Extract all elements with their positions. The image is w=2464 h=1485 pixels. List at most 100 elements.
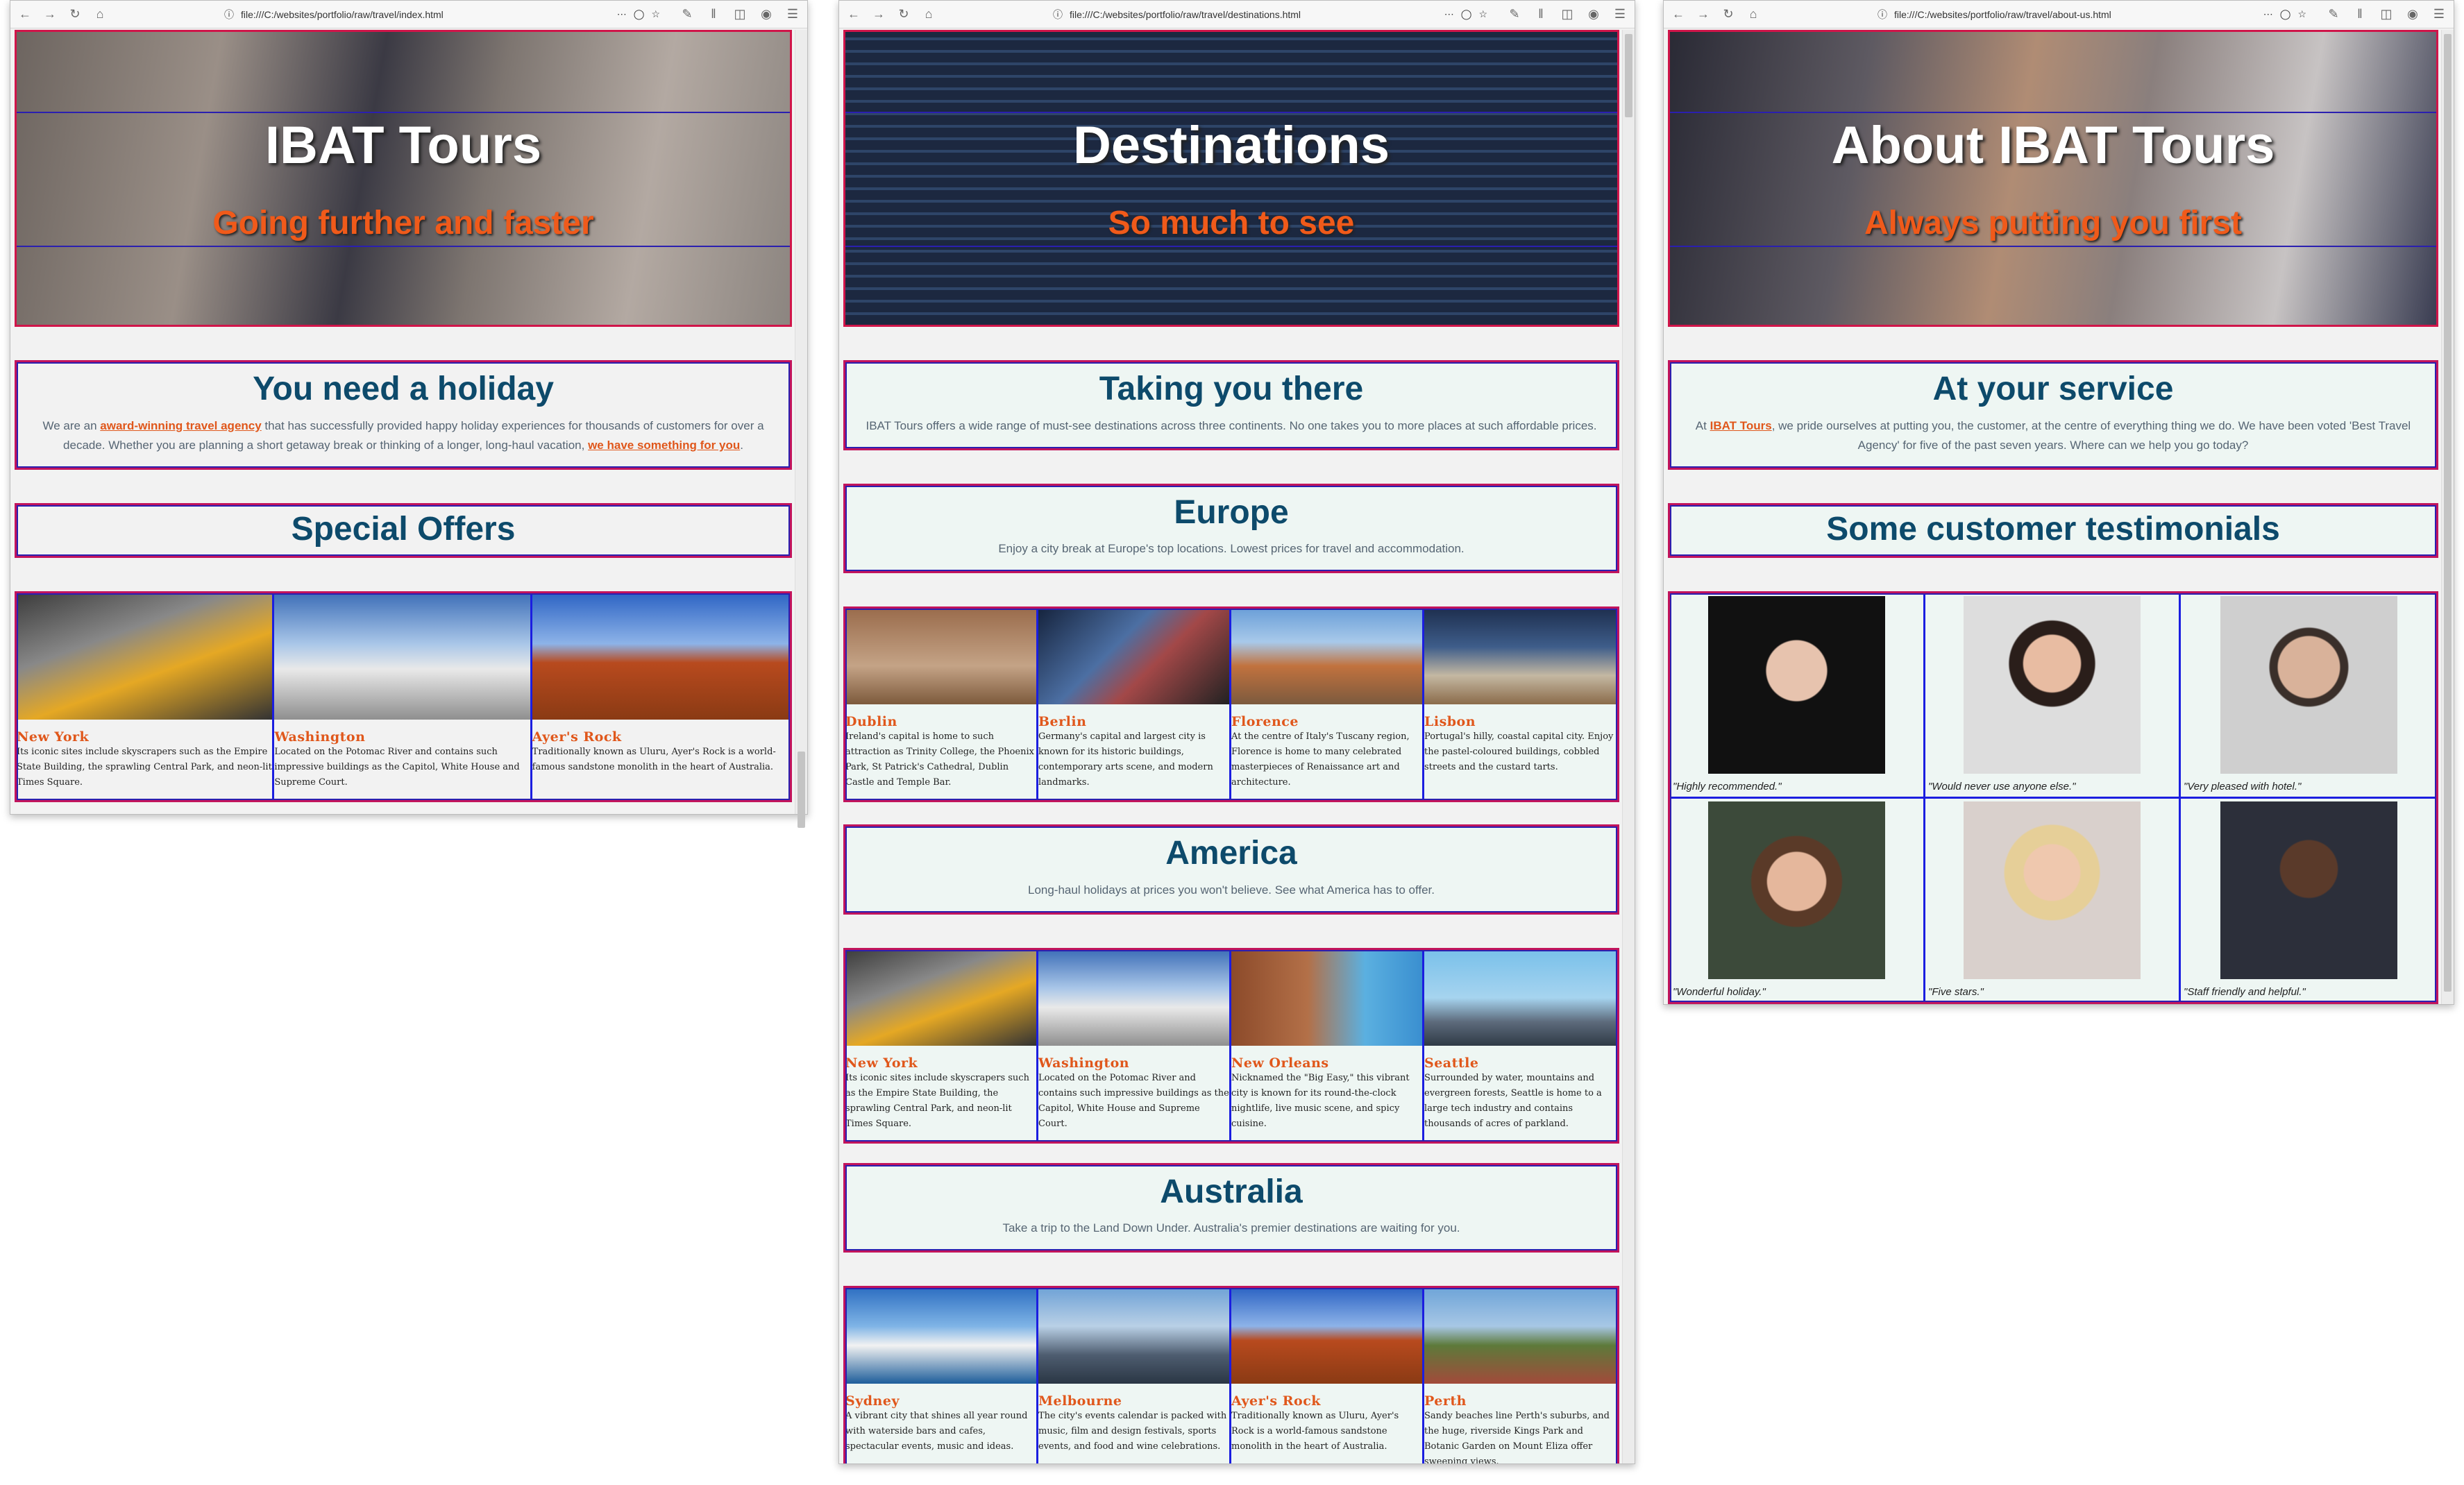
city-name: Seattle	[1424, 1055, 1479, 1071]
reload-icon[interactable]: ↻	[896, 7, 911, 22]
back-icon[interactable]: ←	[17, 7, 33, 22]
url-text[interactable]: file:///C:/websites/portfolio/raw/travel…	[241, 9, 610, 20]
address-bar[interactable]: ⓘ file:///C:/websites/portfolio/raw/trav…	[1868, 4, 2316, 25]
offer-card[interactable]: Ayer's Rock Traditionally known as Uluru…	[532, 593, 790, 800]
intro-text-part: .	[740, 438, 743, 452]
city-card[interactable]: Perth Sandy beaches line Perth's suburbs,…	[1424, 1288, 1617, 1463]
city-card[interactable]: Florence At the centre of Italy's Tuscany…	[1231, 609, 1424, 801]
browser-window-home: ← → ↻ ⌂ ⓘ file:///C:/websites/portfolio/…	[10, 0, 808, 828]
city-desc: Germany's capital and largest city is kn…	[1038, 731, 1213, 788]
url-text[interactable]: file:///C:/websites/portfolio/raw/travel…	[1894, 9, 2256, 20]
account-icon[interactable]: ◉	[759, 7, 774, 22]
city-desc: Nicknamed the "Big Easy," this vibrant c…	[1231, 1072, 1410, 1129]
reload-icon[interactable]: ↻	[67, 7, 83, 22]
browser-toolbar: ← → ↻ ⌂ ⓘ file:///C:/websites/portfolio/…	[10, 1, 807, 28]
tools-icon[interactable]: ✎	[2326, 7, 2341, 22]
account-icon[interactable]: ◉	[1586, 7, 1601, 22]
tools-icon[interactable]: ✎	[680, 7, 695, 22]
back-icon[interactable]: ←	[846, 7, 861, 22]
testimonial-quote: "Staff friendly and helpful."	[2184, 986, 2306, 999]
city-card[interactable]: Dublin Ireland's capital is home to such …	[845, 609, 1038, 801]
bookmark-star-icon[interactable]: ☆	[1478, 8, 1487, 20]
city-image	[1231, 1288, 1422, 1384]
region-header-europe: Europe Enjoy a city break at Europe's to…	[843, 483, 1619, 574]
menu-icon[interactable]: ☰	[1612, 7, 1628, 22]
city-image	[1424, 609, 1617, 705]
scrollbar[interactable]	[2441, 30, 2454, 1004]
menu-icon[interactable]: ☰	[785, 7, 800, 22]
page-content: About IBAT Tours Always putting you firs…	[1668, 30, 2438, 1004]
forward-icon[interactable]: →	[42, 7, 58, 22]
bookmark-star-icon[interactable]: ☆	[2297, 8, 2306, 20]
address-bar[interactable]: ⓘ file:///C:/websites/portfolio/raw/trav…	[1043, 4, 1497, 25]
city-name: New Orleans	[1231, 1055, 1329, 1071]
pocket-icon[interactable]: ◯	[2280, 8, 2291, 20]
testimonial-card: "Staff friendly and helpful."	[2181, 799, 2436, 1002]
info-icon[interactable]: ⓘ	[224, 8, 234, 22]
hero-title: Destinations	[1072, 116, 1390, 175]
reload-icon[interactable]: ↻	[1721, 7, 1736, 22]
back-icon[interactable]: ←	[1671, 7, 1686, 22]
info-icon[interactable]: ⓘ	[1053, 8, 1063, 22]
offer-desc: Located on the Potomac River and contain…	[274, 747, 520, 788]
offer-card[interactable]: Washington Located on the Potomac River …	[274, 593, 532, 801]
city-card[interactable]: Ayer's Rock Traditionally known as Uluru,…	[1231, 1288, 1424, 1463]
offer-card[interactable]: New York Its iconic sites include skyscr…	[17, 593, 275, 801]
award-winning-link[interactable]: award-winning travel agency	[100, 419, 261, 432]
city-desc: At the centre of Italy's Tuscany region,…	[1231, 731, 1410, 788]
home-icon[interactable]: ⌂	[92, 7, 108, 22]
testimonial-quote: "Wonderful holiday."	[1673, 986, 1766, 999]
sidebar-icon[interactable]: ◫	[732, 7, 748, 22]
city-desc: Located on the Potomac River and contain…	[1038, 1072, 1229, 1129]
sidebar-icon[interactable]: ◫	[1560, 7, 1575, 22]
city-card[interactable]: Washington Located on the Potomac River a…	[1038, 949, 1231, 1142]
home-icon[interactable]: ⌂	[921, 7, 936, 22]
city-card[interactable]: Melbourne The city's events calendar is p…	[1038, 1288, 1231, 1463]
city-desc: Surrounded by water, mountains and everg…	[1424, 1072, 1602, 1129]
pocket-icon[interactable]: ◯	[634, 8, 645, 20]
america-grid: New York Its iconic sites include skyscra…	[843, 947, 1619, 1144]
bookmark-star-icon[interactable]: ☆	[651, 8, 660, 20]
menu-icon[interactable]: ☰	[2431, 7, 2447, 22]
pocket-icon[interactable]: ◯	[1461, 8, 1472, 20]
info-icon[interactable]: ⓘ	[1877, 8, 1887, 22]
more-icon[interactable]: ⋯	[1444, 8, 1454, 20]
account-icon[interactable]: ◉	[2405, 7, 2420, 22]
more-icon[interactable]: ⋯	[2263, 8, 2273, 20]
more-icon[interactable]: ⋯	[617, 8, 627, 20]
scrollbar[interactable]	[795, 30, 807, 828]
library-icon[interactable]: ‖	[1533, 7, 1549, 22]
address-bar[interactable]: ⓘ file:///C:/websites/portfolio/raw/trav…	[214, 4, 670, 25]
forward-icon[interactable]: →	[871, 7, 886, 22]
city-card[interactable]: Lisbon Portugal's hilly, coastal capital …	[1424, 609, 1617, 800]
intro-section: You need a holiday We are an award-winni…	[15, 360, 792, 470]
intro-heading: At your service	[1932, 371, 2174, 407]
scrollbar[interactable]	[1622, 30, 1635, 1463]
city-image	[1038, 609, 1229, 705]
city-card[interactable]: Seattle Surrounded by water, mountains an…	[1424, 949, 1617, 1142]
ibat-tours-link[interactable]: IBAT Tours	[1710, 419, 1772, 432]
home-icon[interactable]: ⌂	[1746, 7, 1761, 22]
customer-photo	[2220, 801, 2397, 980]
url-text[interactable]: file:///C:/websites/portfolio/raw/travel…	[1070, 9, 1437, 20]
hero-subtitle: So much to see	[1108, 205, 1355, 241]
tools-icon[interactable]: ✎	[1507, 7, 1522, 22]
city-card[interactable]: Berlin Germany's capital and largest city…	[1038, 609, 1231, 801]
library-icon[interactable]: ‖	[706, 7, 721, 22]
city-name: Sydney	[845, 1393, 900, 1409]
offer-name: Washington	[274, 729, 366, 745]
library-icon[interactable]: ‖	[2352, 7, 2368, 22]
offer-name: New York	[17, 729, 90, 745]
offer-image	[274, 593, 530, 720]
testimonial-quote: "Five stars."	[1928, 986, 1984, 999]
city-image	[1231, 609, 1422, 705]
city-card[interactable]: New Orleans Nicknamed the "Big Easy," thi…	[1231, 949, 1424, 1142]
city-card[interactable]: New York Its iconic sites include skyscra…	[845, 949, 1038, 1142]
something-for-you-link[interactable]: we have something for you	[588, 439, 740, 452]
sidebar-icon[interactable]: ◫	[2379, 7, 2394, 22]
forward-icon[interactable]: →	[1696, 7, 1711, 22]
city-desc: Portugal's hilly, coastal capital city. …	[1424, 731, 1614, 773]
city-card[interactable]: Sydney A vibrant city that shines all yea…	[845, 1288, 1038, 1463]
page-content: IBAT Tours Going further and faster You …	[15, 30, 792, 814]
offer-image	[532, 593, 790, 720]
